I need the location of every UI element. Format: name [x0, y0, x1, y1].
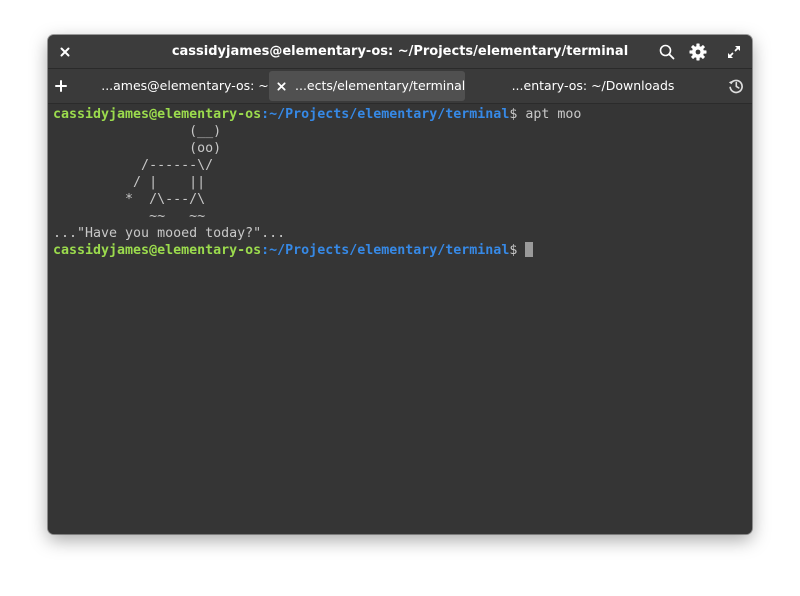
tab-home[interactable]: ...ames@elementary-os: ~ [100, 71, 270, 101]
plus-icon [55, 80, 67, 92]
history-icon [728, 79, 743, 94]
prompt-path: ~/Projects/elementary/terminal [269, 107, 510, 122]
tab-bar: ...ames@elementary-os: ~ ...ects/element… [48, 69, 752, 104]
tab-close-button[interactable] [277, 71, 286, 101]
text-cursor [525, 242, 534, 257]
gear-icon [689, 43, 707, 60]
prompt-symbol: $ [509, 243, 526, 258]
command-text: apt moo [525, 107, 582, 122]
closed-tabs-history-button[interactable] [724, 69, 748, 103]
output-line: (oo) [53, 141, 222, 156]
prompt-user: cassidyjames@elementary-os [53, 107, 262, 122]
terminal-window: cassidyjames@elementary-os: ~/Projects/e… [48, 35, 752, 534]
terminal-view[interactable]: cassidyjames@elementary-os:~/Projects/el… [48, 104, 752, 534]
tab-label: ...ames@elementary-os: ~ [101, 78, 269, 93]
prompt-separator: : [261, 243, 270, 258]
new-tab-button[interactable] [48, 69, 74, 103]
output-line: /------\/ [53, 158, 214, 173]
tab-downloads[interactable]: ...entary-os: ~/Downloads [493, 71, 693, 101]
settings-button[interactable] [685, 35, 711, 68]
output-line: * /\---/\ [53, 192, 206, 207]
output-line: ..."Have you mooed today?"... [53, 226, 286, 241]
output-line: / | || [53, 175, 206, 190]
prompt-line: cassidyjames@elementary-os:~/Projects/el… [53, 107, 581, 122]
tab-label: ...entary-os: ~/Downloads [511, 78, 675, 93]
prompt-separator: : [261, 107, 270, 122]
prompt-symbol: $ [509, 107, 526, 122]
search-icon [659, 44, 675, 59]
output-line: (__) [53, 124, 222, 139]
tab-label: ...ects/elementary/terminal [295, 78, 465, 93]
prompt-user: cassidyjames@elementary-os [53, 243, 262, 258]
search-button[interactable] [654, 35, 680, 68]
tab-terminal-project[interactable]: ...ects/elementary/terminal [269, 71, 465, 101]
window-title: cassidyjames@elementary-os: ~/Projects/e… [171, 44, 629, 59]
prompt-path: ~/Projects/elementary/terminal [269, 243, 510, 258]
maximize-button[interactable] [721, 35, 747, 68]
prompt-line: cassidyjames@elementary-os:~/Projects/el… [53, 242, 534, 258]
maximize-icon [728, 45, 740, 58]
output-line: ~~ ~~ [53, 209, 206, 224]
terminal-output: cassidyjames@elementary-os:~/Projects/el… [53, 106, 581, 259]
title-bar[interactable]: cassidyjames@elementary-os: ~/Projects/e… [48, 35, 752, 69]
close-icon [277, 81, 286, 91]
